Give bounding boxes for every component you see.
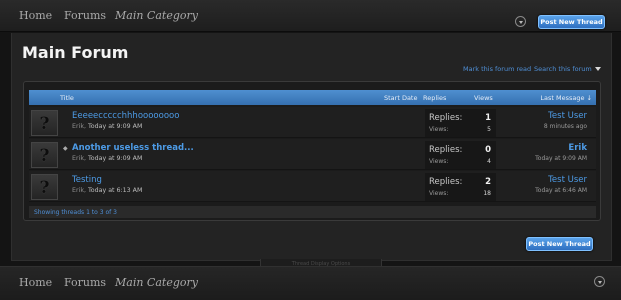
views-label: Views: bbox=[429, 126, 449, 133]
replies-label: Replies: bbox=[429, 145, 463, 155]
thread-title-link[interactable]: Another useless thread... bbox=[72, 143, 194, 153]
thread-meta: Erik, Today at 9:09 AM bbox=[72, 123, 142, 130]
nav-forums-link[interactable]: Forums bbox=[64, 276, 106, 289]
thread-author[interactable]: Erik, bbox=[72, 187, 86, 194]
showing-threads-text: Showing threads 1 to 3 of 3 bbox=[34, 209, 117, 216]
thread-title-link[interactable]: Testing bbox=[72, 175, 102, 185]
header-start-date[interactable]: Start Date bbox=[384, 94, 417, 102]
last-message-time: 8 minutes ago bbox=[543, 123, 587, 130]
top-navigation-bar: Home Forums Main Category Post New Threa… bbox=[0, 0, 621, 32]
avatar[interactable]: ? bbox=[31, 110, 58, 136]
question-mark-avatar: ? bbox=[39, 178, 50, 198]
replies-count: 2 bbox=[485, 177, 491, 187]
table-row: ? Eeeeeccccchhhoooooooo Erik, Today at 9… bbox=[29, 107, 596, 138]
table-row: ? ◆ Another useless thread... Erik, Toda… bbox=[29, 139, 596, 170]
bottom-navigation-bar: Home Forums Main Category bbox=[0, 266, 621, 300]
views-count: 18 bbox=[483, 190, 491, 197]
thread-stats: Replies: 0 Views: 4 bbox=[425, 141, 496, 169]
views-label: Views: bbox=[429, 158, 449, 165]
replies-count: 0 bbox=[485, 145, 491, 155]
thread-author[interactable]: Erik, bbox=[72, 123, 86, 130]
replies-label: Replies: bbox=[429, 113, 463, 123]
thread-list-header: Title Start Date Replies Views Last Mess… bbox=[29, 90, 596, 105]
last-message-user[interactable]: Erik bbox=[568, 143, 587, 153]
sticky-icon: ◆ bbox=[63, 145, 68, 152]
search-forum-link[interactable]: Search this forum bbox=[534, 65, 592, 73]
thread-list-panel: Title Start Date Replies Views Last Mess… bbox=[23, 81, 601, 221]
views-label: Views: bbox=[429, 190, 449, 197]
nav-main-category-link[interactable]: Main Category bbox=[115, 276, 198, 289]
nav-home-link[interactable]: Home bbox=[19, 276, 52, 289]
thread-list-footer: Showing threads 1 to 3 of 3 bbox=[29, 206, 596, 218]
thread-author[interactable]: Erik, bbox=[72, 155, 86, 162]
dropdown-arrow-icon[interactable] bbox=[595, 67, 601, 71]
thread-meta: Erik, Today at 6:13 AM bbox=[72, 187, 142, 194]
mark-forum-read-link[interactable]: Mark this forum read bbox=[463, 65, 531, 73]
thread-start-date: Today at 9:09 AM bbox=[87, 123, 143, 130]
question-mark-avatar: ? bbox=[39, 146, 50, 166]
thread-title-link[interactable]: Eeeeeccccchhhoooooooo bbox=[72, 111, 179, 121]
chevron-down-icon[interactable] bbox=[515, 16, 526, 27]
chevron-down-icon[interactable] bbox=[594, 276, 605, 287]
last-message-time: Today at 6:46 AM bbox=[535, 187, 587, 194]
views-count: 4 bbox=[487, 158, 491, 165]
replies-count: 1 bbox=[485, 113, 491, 123]
replies-label: Replies: bbox=[429, 177, 463, 187]
thread-meta: Erik, Today at 9:09 AM bbox=[72, 155, 142, 162]
page-title: Main Forum bbox=[22, 43, 129, 62]
header-views[interactable]: Views bbox=[474, 94, 493, 102]
forum-content: Main Forum Mark this forum read Search t… bbox=[11, 33, 612, 271]
table-row: ? Testing Erik, Today at 6:13 AM Replies… bbox=[29, 171, 596, 202]
thread-stats: Replies: 2 Views: 18 bbox=[425, 173, 496, 201]
thread-start-date: Today at 9:09 AM bbox=[87, 155, 143, 162]
question-mark-avatar: ? bbox=[39, 114, 50, 134]
header-replies[interactable]: Replies bbox=[423, 94, 446, 102]
thread-stats: Replies: 1 Views: 5 bbox=[425, 109, 496, 137]
nav-home-link[interactable]: Home bbox=[19, 9, 52, 22]
avatar[interactable]: ? bbox=[31, 142, 58, 168]
nav-main-category-link[interactable]: Main Category bbox=[115, 9, 198, 22]
last-message-user[interactable]: Test User bbox=[548, 111, 587, 121]
header-title[interactable]: Title bbox=[60, 94, 74, 102]
avatar[interactable]: ? bbox=[31, 174, 58, 200]
header-last-message[interactable]: Last Message ↓ bbox=[540, 94, 592, 102]
views-count: 5 bbox=[487, 126, 491, 133]
nav-forums-link[interactable]: Forums bbox=[64, 9, 106, 22]
post-new-thread-button[interactable]: Post New Thread bbox=[538, 15, 605, 29]
thread-start-date: Today at 6:13 AM bbox=[87, 187, 143, 194]
last-message-time: Today at 9:09 AM bbox=[535, 155, 587, 162]
last-message-user[interactable]: Test User bbox=[548, 175, 587, 185]
post-new-thread-button-bottom[interactable]: Post New Thread bbox=[526, 237, 593, 251]
